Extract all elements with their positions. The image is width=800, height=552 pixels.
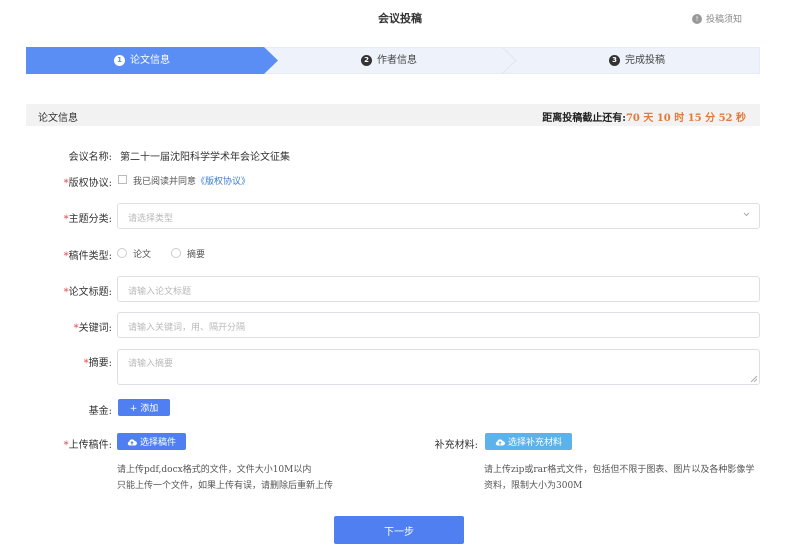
step-1: 1 论文信息 (114, 47, 170, 74)
step-2-number: 2 (361, 55, 372, 66)
topic-select[interactable]: 请选择类型 (117, 203, 760, 229)
copyright-label-row: *版权协议: (50, 174, 112, 189)
select-manuscript-button[interactable]: 选择稿件 (117, 433, 186, 450)
copyright-label: 版权协议: (68, 178, 112, 189)
info-icon: ! (691, 13, 702, 24)
type-radio-abstract-label: 摘要 (187, 250, 206, 260)
type-radio-paper[interactable] (117, 248, 127, 258)
step-3: 3 完成投稿 (609, 47, 665, 74)
select-manuscript-label: 选择稿件 (139, 438, 176, 448)
step-progress: 1 论文信息 2 作者信息 3 完成投稿 (26, 47, 760, 74)
upload-label: 上传稿件: (68, 440, 112, 451)
resize-handle-icon[interactable] (751, 376, 757, 382)
deadline-countdown: 距离投稿截止还有:70 天 10 时 15 分 52 秒 (542, 109, 746, 124)
upload-hint-line-1: 请上传pdf,docx格式的文件，文件大小10M以内 (117, 465, 312, 475)
title-placeholder: 请输入论文标题 (128, 287, 192, 297)
step-2: 2 作者信息 (361, 47, 417, 74)
step-2-label: 作者信息 (377, 55, 417, 66)
abstract-textarea[interactable]: 请输入摘要 (117, 349, 760, 385)
submission-notice-link[interactable]: ! 投稿须知 (691, 12, 742, 25)
add-fund-button[interactable]: + 添加 (118, 399, 170, 416)
topic-placeholder: 请选择类型 (128, 214, 174, 224)
upload-label-row: *上传稿件: (50, 436, 112, 451)
title-input[interactable]: 请输入论文标题 (117, 276, 760, 302)
chevron-down-icon (743, 212, 750, 217)
step-1-number: 1 (114, 55, 125, 66)
abstract-label-row: *摘要: (50, 354, 112, 369)
top-bar: 会议投稿 ! 投稿须知 (0, 0, 800, 36)
conference-label: 会议名称: (68, 152, 112, 163)
keywords-label: 关键词: (78, 323, 112, 334)
type-radio-paper-label: 论文 (133, 250, 152, 260)
step-1-label: 论文信息 (130, 55, 170, 66)
supp-hint-line-2: 资料，限制大小为300M (484, 481, 583, 491)
keywords-label-row: *关键词: (50, 319, 112, 334)
submission-notice-label: 投稿须知 (705, 15, 742, 25)
type-label-row: *稿件类型: (50, 247, 112, 262)
upload-hint-line-2: 只能上传一个文件，如果上传有误，请删除后重新上传 (117, 481, 334, 491)
topic-label-row: *主题分类: (50, 210, 112, 225)
next-step-button[interactable]: 下一步 (334, 516, 464, 544)
step-3-number: 3 (609, 55, 620, 66)
type-radio-abstract[interactable] (171, 248, 181, 258)
copyright-link[interactable]: 《版权协议》 (196, 177, 250, 187)
page-title: 会议投稿 (378, 12, 422, 25)
section-header: 论文信息 距离投稿截止还有:70 天 10 时 15 分 52 秒 (26, 104, 760, 126)
abstract-label: 摘要: (88, 358, 112, 369)
type-label: 稿件类型: (68, 251, 112, 262)
upload-hint: 请上传pdf,docx格式的文件，文件大小10M以内 只能上传一个文件，如果上传… (117, 462, 333, 494)
select-supplement-button[interactable]: 选择补充材料 (485, 433, 572, 450)
supp-hint: 请上传zip或rar格式文件，包括但不限于图表、图片以及各种影像学 资料，限制大… (484, 462, 764, 494)
title-label: 论文标题: (68, 287, 112, 298)
step-3-label: 完成投稿 (625, 55, 665, 66)
topic-label: 主题分类: (68, 214, 112, 225)
abstract-placeholder: 请输入摘要 (128, 359, 174, 369)
copyright-agree: 我已阅读并同意《版权协议》 (133, 174, 250, 187)
supp-hint-line-1: 请上传zip或rar格式文件，包括但不限于图表、图片以及各种影像学 (484, 465, 755, 475)
cloud-upload-icon (127, 438, 137, 445)
supp-label: 补充材料: (434, 440, 478, 451)
title-label-row: *论文标题: (50, 283, 112, 298)
keywords-placeholder: 请输入关键词，用、隔开分隔 (128, 323, 246, 333)
countdown-prefix: 距离投稿截止还有: (542, 113, 626, 124)
cloud-upload-icon (495, 438, 505, 445)
conference-value: 第二十一届沈阳科学学术年会论文征集 (120, 152, 290, 163)
countdown-value: 70 天 10 时 15 分 52 秒 (625, 113, 746, 124)
select-supplement-label: 选择补充材料 (507, 438, 562, 448)
copyright-checkbox[interactable] (118, 175, 127, 184)
fund-label: 基金: (88, 406, 112, 417)
section-title: 论文信息 (38, 113, 78, 124)
keywords-input[interactable]: 请输入关键词，用、隔开分隔 (117, 312, 760, 338)
copyright-agree-text: 我已阅读并同意 (133, 177, 197, 187)
